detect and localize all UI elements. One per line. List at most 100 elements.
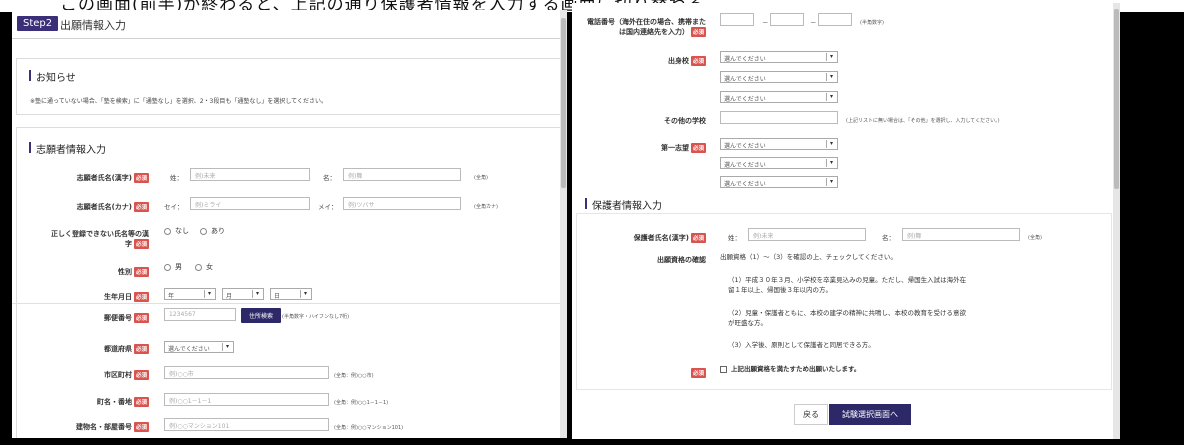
mei-input[interactable]: 例)舞 — [343, 168, 461, 181]
first-choice-select-3[interactable]: 選んでください ▾ — [720, 176, 838, 188]
city-note: (全角：例)○○市) — [334, 373, 374, 379]
school-select-2[interactable]: 選んでください ▾ — [720, 71, 838, 83]
building-label: 建物名・部屋番号 必須 — [75, 422, 149, 432]
special-yes-radio[interactable]: あり — [200, 226, 225, 236]
chevron-down-icon: ▾ — [300, 290, 310, 298]
notice-box — [16, 58, 562, 115]
mei-kana-label: メイ： — [318, 203, 338, 211]
chevron-down-icon: ▾ — [826, 178, 836, 186]
checkbox-icon — [720, 365, 727, 373]
postal-note: (半角数字・ハイフンなし7桁) — [282, 314, 350, 320]
city-label: 市区町村 必須 — [103, 370, 149, 380]
step-badge: Step2 — [17, 16, 59, 31]
gender-label: 性別 必須 — [117, 267, 149, 277]
guardian-sei-label: 姓： — [728, 234, 741, 242]
step-title: 出願情報入力 — [60, 19, 126, 32]
qualification-2a: （2）児童・保護者ともに、本校の建学の精神に共鳴し、本校の教育を受ける意欲 — [728, 309, 966, 317]
notice-title: お知らせ — [29, 69, 76, 84]
sei-kana-label: セイ： — [164, 203, 184, 211]
chevron-down-icon: ▾ — [826, 73, 836, 81]
town-input[interactable]: 例)○○1－1－1 — [164, 393, 329, 406]
phone-input-3[interactable] — [818, 13, 852, 26]
qualification-intro: 出願資格（1）～（3）を確認の上、チェックしてください。 — [720, 253, 897, 261]
special-none-radio[interactable]: なし — [164, 226, 189, 236]
postal-input[interactable]: 1234567 — [164, 308, 236, 321]
school-label: 出身校 必須 — [667, 56, 706, 66]
guardian-mei-input[interactable]: 例)舞 — [902, 228, 1020, 241]
name-kana-note: (全角カナ) — [474, 204, 498, 210]
phone-dash-1: － — [762, 19, 769, 27]
applicant-section-title: 志願者情報入力 — [29, 141, 106, 156]
chevron-down-icon: ▾ — [252, 290, 262, 298]
guardian-mei-label: 名： — [882, 234, 895, 242]
left-form-panel: Step2 出願情報入力 お知らせ ※塾に通っていない場合、「塾を検索」に「通塾… — [12, 10, 567, 438]
chevron-down-icon: ▾ — [826, 93, 836, 101]
birth-year-select[interactable]: 年 ▾ — [164, 288, 216, 300]
guardian-section-title: 保護者情報入力 — [585, 197, 662, 212]
address-search-button[interactable]: 住所検索 — [241, 308, 282, 323]
phone-label-2: は国内連絡先を入力） 必須 — [618, 27, 706, 37]
school-select-1[interactable]: 選んでください ▾ — [720, 51, 838, 63]
building-input[interactable]: 例)○○マンション101 — [164, 418, 329, 431]
chevron-down-icon: ▾ — [826, 159, 836, 167]
qualification-1a: （1）平成３０年３月、小学校を卒業見込みの児童。ただし、帰国生入試は海外在 — [728, 276, 967, 284]
qualification-2b: が旺盛な方。 — [728, 319, 767, 327]
chevron-down-icon: ▾ — [826, 140, 836, 148]
birth-label: 生年月日 必須 — [103, 292, 149, 302]
name-kanji-label: 志願者氏名(漢字) 必須 — [76, 173, 149, 183]
phone-label-1: 電話番号（海外在住の場合、携帯また — [587, 18, 706, 26]
birth-day-select[interactable]: 日 ▾ — [270, 288, 312, 300]
other-school-note: (上記リストに無い場合は、「その他」を選択し、入力してください。) — [846, 118, 1000, 124]
sei-label: 姓： — [170, 174, 183, 182]
scrollbar-thumb[interactable] — [561, 18, 566, 188]
city-input[interactable]: 例)○○市 — [164, 366, 329, 379]
phone-note: (半角数字) — [860, 20, 884, 26]
pref-label: 都道府県 必須 — [103, 344, 149, 354]
name-kana-label: 志願者氏名(カナ) 必須 — [76, 202, 149, 212]
special-chars-label-2: 字必須 — [124, 239, 149, 249]
town-label: 町名・番地 必須 — [96, 397, 149, 407]
guardian-name-note: (全角) — [1028, 235, 1042, 241]
pref-select[interactable]: 選んでください ▾ — [164, 341, 234, 353]
phone-dash-2: － — [810, 19, 817, 27]
confirm-checkbox[interactable]: 上記出願資格を満たすため出願いたします。 — [720, 364, 860, 374]
mei-label: 名： — [323, 174, 336, 182]
building-note: (全角：例)○○マンション101) — [334, 425, 404, 431]
other-school-label: その他の学校 — [664, 117, 706, 125]
next-exam-select-button[interactable]: 試験選択画面へ — [829, 404, 911, 425]
guardian-name-label: 保護者氏名(漢字) 必須 — [633, 233, 706, 243]
back-button[interactable]: 戻る — [794, 404, 828, 425]
scrollbar-thumb[interactable] — [1114, 9, 1119, 189]
first-choice-label: 第一志望 必須 — [660, 143, 706, 153]
qualification-1b: 留１年以上、帰国後３年以内の方。 — [728, 286, 832, 294]
step-header: Step2 出願情報入力 — [12, 10, 560, 39]
qualification-label: 出願資格の確認 — [657, 256, 706, 264]
divider — [12, 303, 560, 304]
first-choice-select-1[interactable]: 選んでください ▾ — [720, 138, 838, 150]
gender-male-radio[interactable]: 男 — [164, 262, 182, 272]
chevron-down-icon: ▾ — [826, 53, 836, 61]
phone-input-2[interactable] — [770, 13, 804, 26]
notice-text: ※塾に通っていない場合、「塾を検索」に「通塾なし」を選択、2・3段目も「通塾なし… — [30, 98, 328, 105]
sei-kana-input[interactable]: 例)ミライ — [190, 197, 310, 210]
scrollbar[interactable] — [560, 10, 567, 438]
town-note: (全角：例)○○1－1－1) — [334, 400, 389, 406]
guardian-sei-input[interactable]: 例)未来 — [748, 228, 866, 241]
school-select-3[interactable]: 選んでください ▾ — [720, 91, 838, 103]
qualification-3: （3）入学後、原則として保護者と同居できる方。 — [728, 341, 875, 349]
sei-input[interactable]: 例)未来 — [190, 168, 310, 181]
confirm-required: 必須 — [689, 368, 706, 378]
postal-label: 郵便番号 必須 — [103, 313, 149, 323]
birth-month-select[interactable]: 月 ▾ — [222, 288, 264, 300]
phone-input-1[interactable] — [720, 13, 754, 26]
mei-kana-input[interactable]: 例)ツバサ — [343, 197, 461, 210]
special-chars-label-1: 正しく登録できない氏名等の漢 — [51, 230, 149, 238]
chevron-down-icon: ▾ — [204, 290, 214, 298]
scrollbar[interactable] — [1113, 3, 1120, 439]
chevron-down-icon: ▾ — [222, 343, 232, 351]
other-school-input[interactable] — [720, 111, 838, 124]
gender-female-radio[interactable]: 女 — [195, 262, 213, 272]
right-form-panel: 電話番号（海外在住の場合、携帯また は国内連絡先を入力） 必須 － － (半角数字… — [572, 3, 1120, 439]
first-choice-select-2[interactable]: 選んでください ▾ — [720, 157, 838, 169]
name-kanji-note: (全角) — [474, 175, 488, 181]
